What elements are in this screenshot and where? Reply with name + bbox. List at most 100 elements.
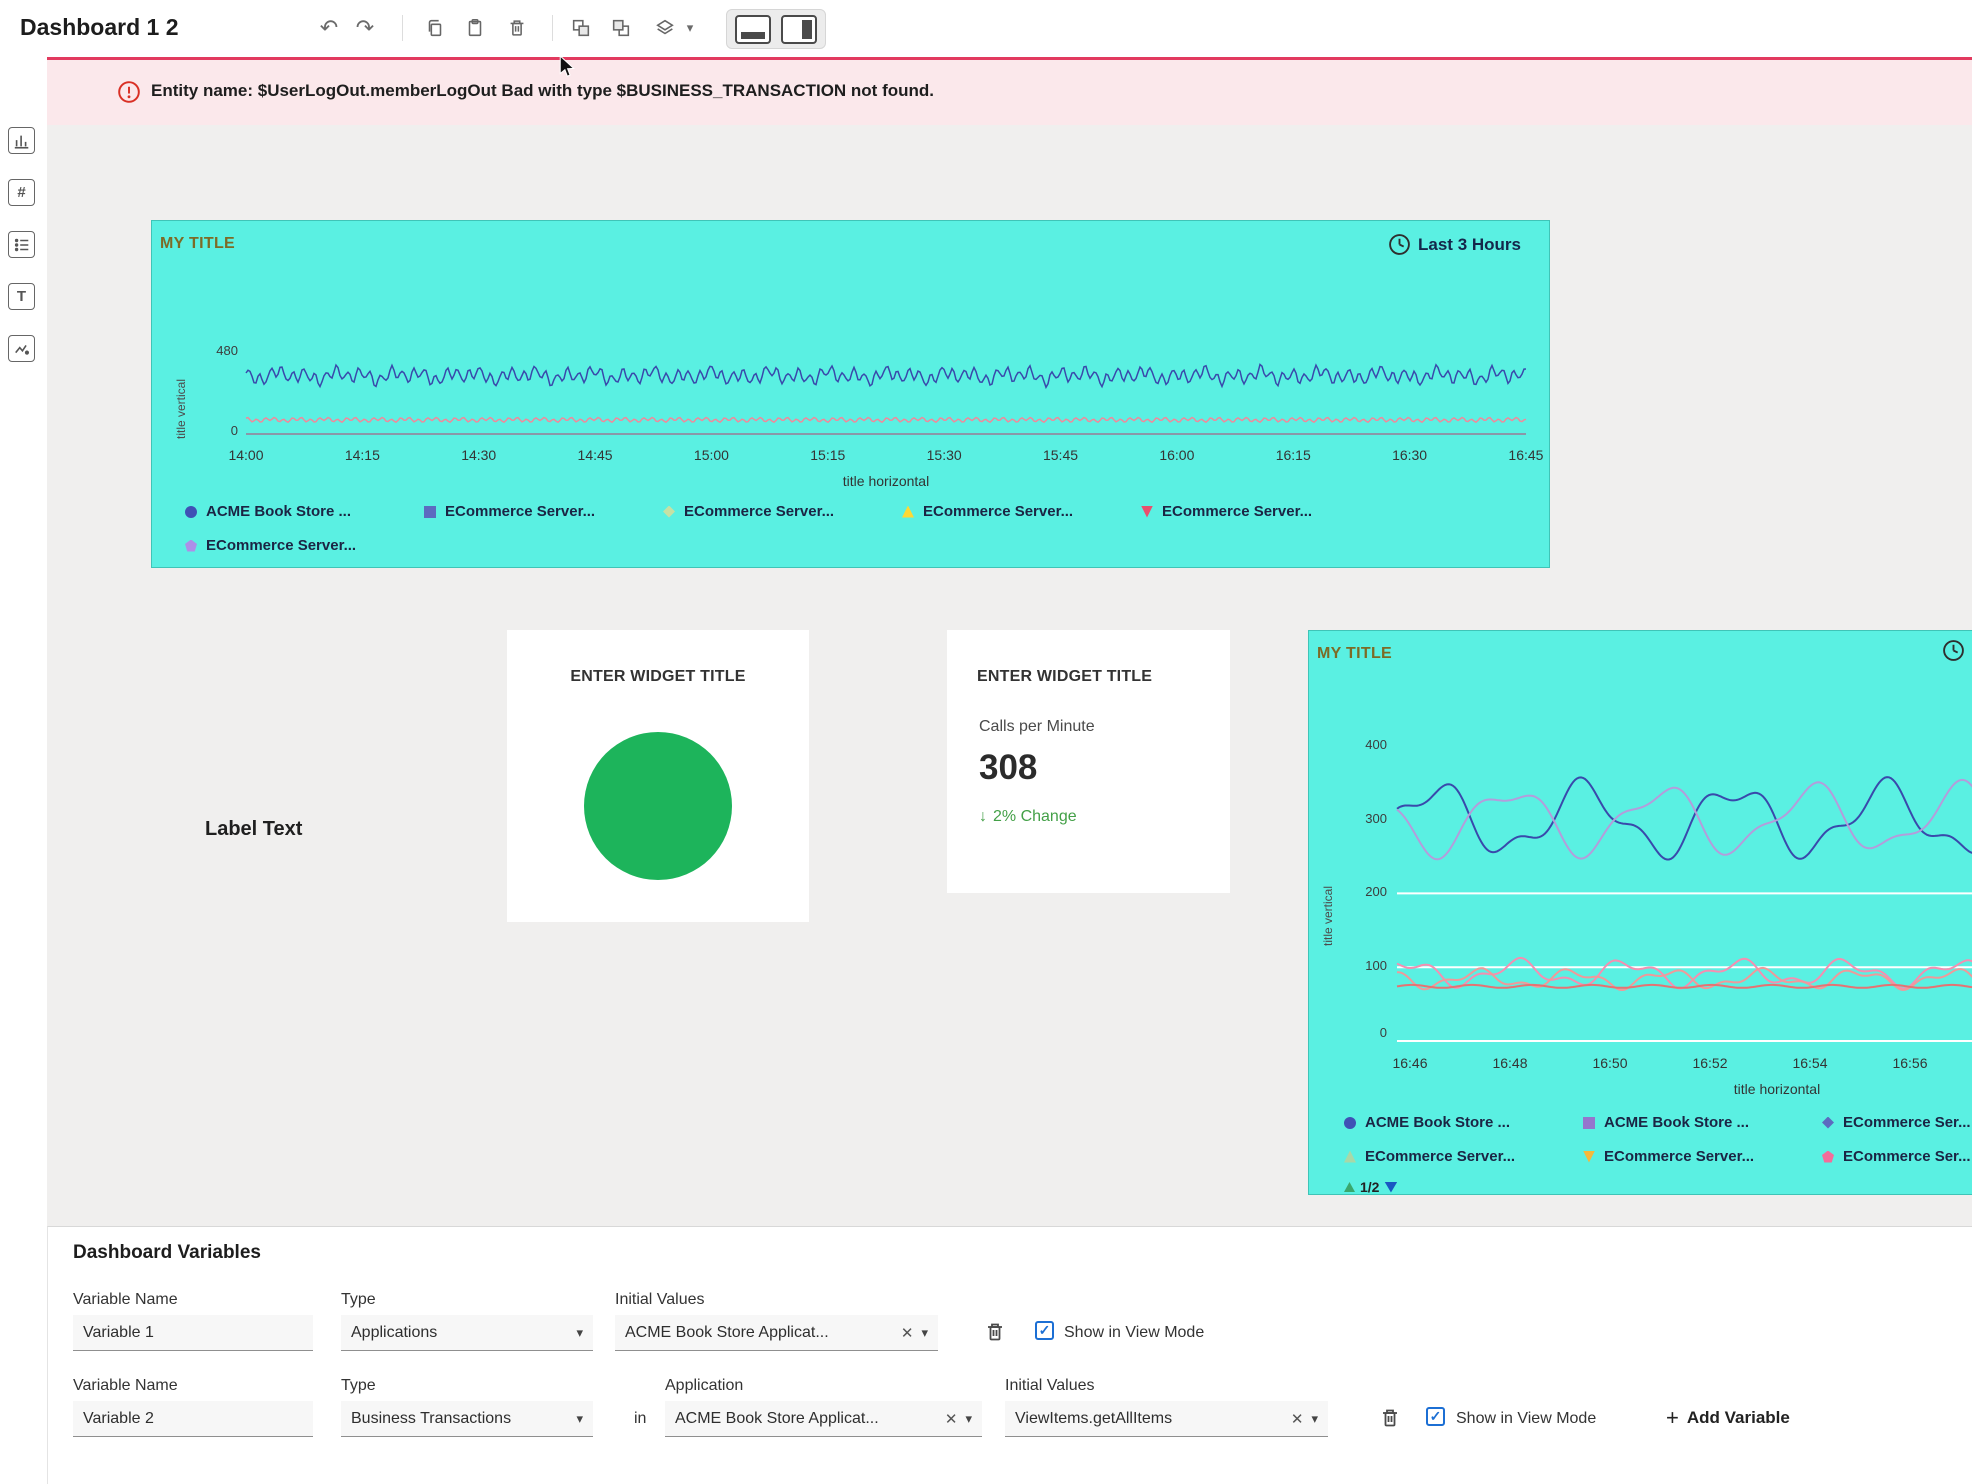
copy-icon[interactable]: [420, 13, 450, 43]
triangle-up-marker-icon: [902, 506, 914, 518]
y-tick: 0: [204, 423, 238, 438]
pentagon-marker-icon: [185, 540, 197, 552]
circle-marker-icon: [185, 506, 197, 518]
legend-row: ECommerce Server... ECommerce Server... …: [1344, 1148, 1972, 1165]
clock-icon: [1388, 233, 1411, 256]
initial-values-picker[interactable]: ViewItems.getAllItems: [1005, 1401, 1328, 1437]
legend-item[interactable]: ECommerce Server...: [1141, 503, 1380, 520]
panel-title: Dashboard Variables: [73, 1242, 261, 1264]
time-range-label: Last 3 Hours: [1418, 235, 1521, 255]
application-label: Application: [665, 1377, 743, 1395]
bring-to-front-icon[interactable]: [566, 13, 596, 43]
chevron-down-icon[interactable]: [576, 1325, 583, 1341]
delete-icon[interactable]: [502, 13, 532, 43]
dashboard-canvas[interactable]: MY TITLE Last 3 Hours 480 0 title vertic…: [47, 125, 1972, 1226]
x-tick-row: 14:0014:1514:3014:4515:0015:1515:3015:45…: [216, 447, 1556, 463]
list-widget-icon[interactable]: [8, 231, 35, 258]
circle-marker-icon: [1344, 1117, 1356, 1129]
type-select[interactable]: Applications: [341, 1315, 593, 1351]
diamond-marker-icon: [1822, 1117, 1834, 1129]
add-variable-button[interactable]: + Add Variable: [1666, 1405, 1790, 1431]
layers-icon[interactable]: [650, 13, 680, 43]
redo-icon[interactable]: ↷: [350, 13, 380, 43]
clear-value-icon[interactable]: [1291, 1410, 1304, 1428]
delete-variable-button[interactable]: [1378, 1405, 1404, 1433]
legend-item[interactable]: ECommerce Server...: [663, 503, 902, 520]
send-to-back-icon[interactable]: [606, 13, 636, 43]
undo-icon[interactable]: ↶: [314, 13, 344, 43]
show-in-view-mode-checkbox[interactable]: [1035, 1321, 1054, 1340]
error-message: Entity name: $UserLogOut.memberLogOut Ba…: [151, 57, 934, 125]
variable-name-input[interactable]: [73, 1401, 313, 1437]
legend-item[interactable]: ECommerce Server...: [1344, 1148, 1583, 1165]
legend-item[interactable]: ECommerce Ser...: [1822, 1148, 1972, 1165]
legend-item[interactable]: ECommerce Server...: [902, 503, 1141, 520]
show-in-view-mode-label: Show in View Mode: [1064, 1324, 1204, 1342]
pie-widget[interactable]: ENTER WIDGET TITLE: [507, 630, 809, 922]
page-down-icon[interactable]: [1384, 1182, 1397, 1193]
page-up-icon[interactable]: [1344, 1182, 1355, 1192]
triangle-down-marker-icon: [1141, 506, 1153, 518]
timeseries-chart-1: [246, 334, 1526, 434]
dashboard-variables-panel: Dashboard Variables Variable Name Type I…: [47, 1226, 1972, 1484]
legend-item[interactable]: ACME Book Store ...: [1583, 1114, 1822, 1131]
label-widget[interactable]: Label Text: [205, 818, 302, 841]
layers-caret-icon[interactable]: ▾: [682, 13, 698, 43]
toggle-right-panel-button[interactable]: [781, 15, 817, 44]
legend-row: ACME Book Store ... ACME Book Store ... …: [1344, 1114, 1972, 1131]
initial-values-label: Initial Values: [1005, 1377, 1095, 1395]
widget-title: ENTER WIDGET TITLE: [977, 668, 1152, 686]
delete-variable-button[interactable]: [983, 1319, 1009, 1347]
legend-item[interactable]: ACME Book Store ...: [185, 503, 424, 520]
timeseries-widget-1[interactable]: MY TITLE Last 3 Hours 480 0 title vertic…: [151, 220, 1550, 568]
initial-values-picker[interactable]: ACME Book Store Applicat...: [615, 1315, 938, 1351]
square-marker-icon: [1583, 1117, 1595, 1129]
widget-title: MY TITLE: [1317, 645, 1392, 663]
timeseries-chart-2: [1397, 731, 1972, 1041]
paste-icon[interactable]: [460, 13, 490, 43]
metric-change-label: 2% Change: [993, 808, 1077, 826]
time-range-control[interactable]: [1942, 639, 1965, 662]
panel-toggle-group: [726, 9, 826, 49]
text-widget-icon[interactable]: T: [8, 283, 35, 310]
variable-name-label: Variable Name: [73, 1291, 178, 1309]
widget-title: ENTER WIDGET TITLE: [507, 668, 809, 686]
y-axis-label: title vertical: [1321, 826, 1335, 946]
time-range-control[interactable]: Last 3 Hours: [1388, 233, 1521, 256]
chevron-down-icon[interactable]: [576, 1411, 583, 1427]
page-indicator: 1/2: [1360, 1179, 1379, 1195]
legend-item[interactable]: ECommerce Ser...: [1822, 1114, 1972, 1131]
number-widget-icon[interactable]: #: [8, 179, 35, 206]
chevron-down-icon[interactable]: [965, 1411, 972, 1427]
plus-icon: +: [1666, 1405, 1679, 1431]
show-in-view-mode-checkbox[interactable]: [1426, 1407, 1445, 1426]
y-tick: 400: [1339, 737, 1387, 752]
timeseries-widget-2[interactable]: MY TITLE 400 300 200 100 0 title vertica…: [1308, 630, 1972, 1195]
application-picker[interactable]: ACME Book Store Applicat...: [665, 1401, 982, 1437]
pie-chart[interactable]: [584, 732, 732, 880]
type-label: Type: [341, 1291, 376, 1309]
widget-palette: # T: [0, 57, 47, 1484]
chevron-down-icon[interactable]: [1311, 1411, 1318, 1427]
y-tick: 480: [192, 343, 238, 358]
y-axis-label: title vertical: [174, 339, 188, 439]
type-label: Type: [341, 1377, 376, 1395]
variable-name-input[interactable]: [73, 1315, 313, 1351]
clear-value-icon[interactable]: [945, 1410, 958, 1428]
chevron-down-icon[interactable]: [921, 1325, 928, 1341]
clear-value-icon[interactable]: [901, 1324, 914, 1342]
type-select[interactable]: Business Transactions: [341, 1401, 593, 1437]
chart-widget-icon[interactable]: [8, 127, 35, 154]
x-axis-label: title horizontal: [246, 473, 1526, 489]
triangle-up-marker-icon: [1344, 1151, 1356, 1163]
x-tick-row: 16:4616:4816:5016:5216:5416:56: [1380, 1055, 1940, 1071]
triangle-down-marker-icon: [1583, 1151, 1595, 1163]
image-widget-icon[interactable]: [8, 335, 35, 362]
toggle-bottom-panel-button[interactable]: [735, 15, 771, 44]
legend-item[interactable]: ECommerce Server...: [424, 503, 663, 520]
legend-item[interactable]: ECommerce Server...: [185, 537, 424, 554]
square-marker-icon: [424, 506, 436, 518]
metric-widget[interactable]: ENTER WIDGET TITLE Calls per Minute 308 …: [947, 630, 1230, 893]
legend-item[interactable]: ACME Book Store ...: [1344, 1114, 1583, 1131]
legend-item[interactable]: ECommerce Server...: [1583, 1148, 1822, 1165]
